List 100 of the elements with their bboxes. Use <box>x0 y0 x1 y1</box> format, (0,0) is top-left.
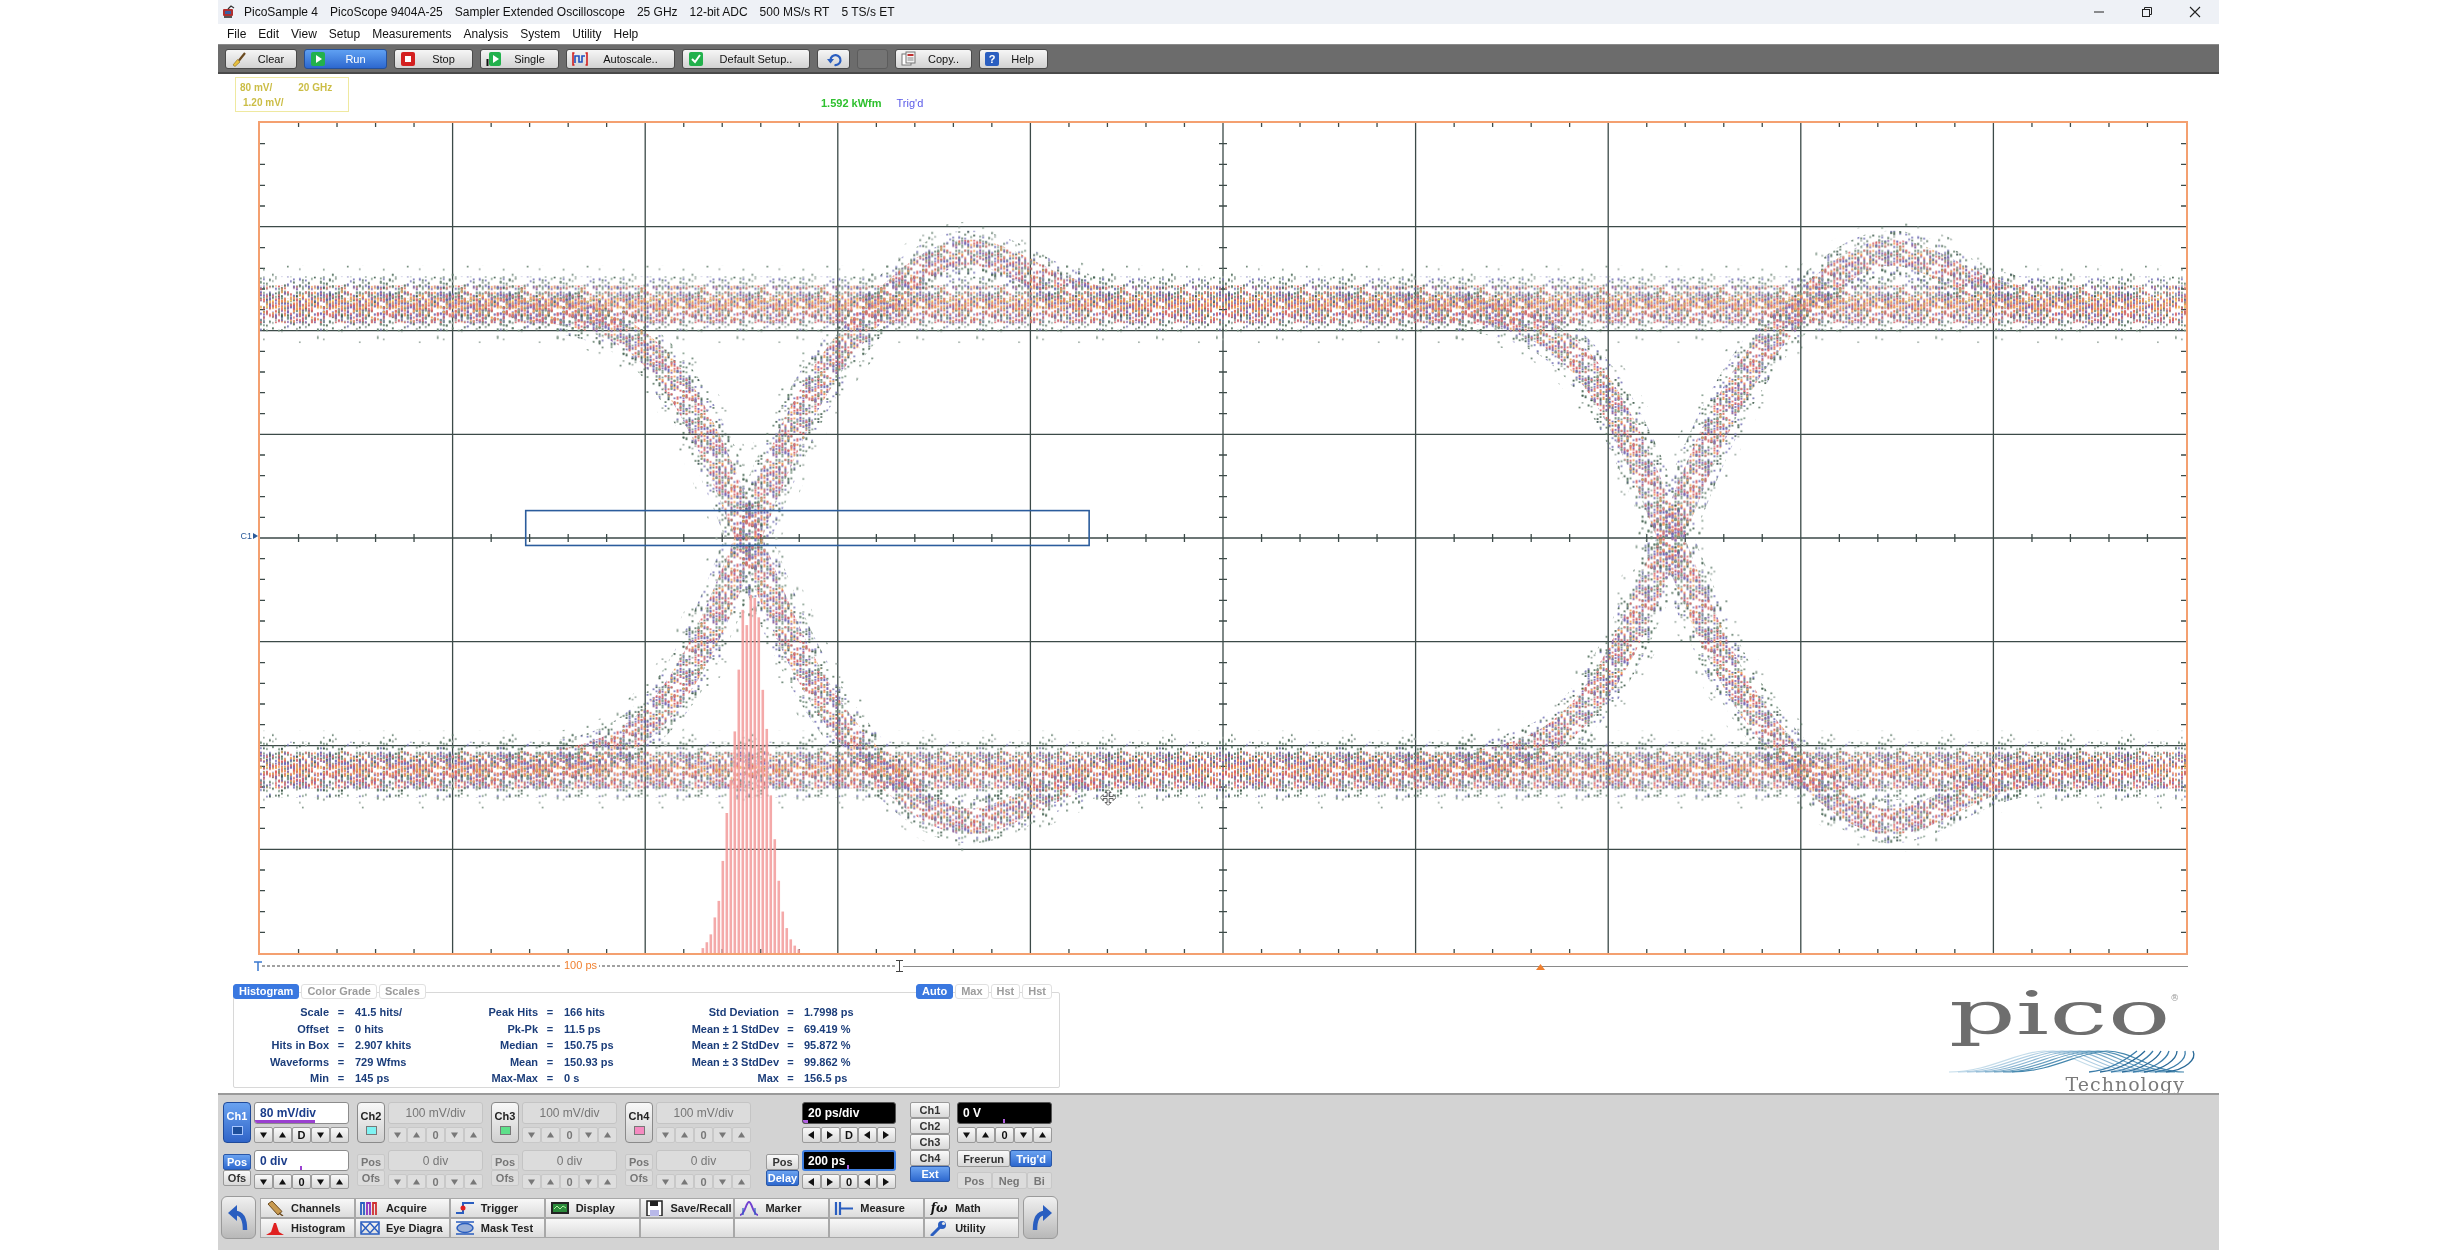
menu-item[interactable]: Utility <box>566 27 608 41</box>
panel-tab[interactable]: Histogram <box>233 984 300 999</box>
autoscale-button[interactable]: Autoscale.. <box>566 48 675 69</box>
step-reset-button[interactable]: 0 <box>995 1127 1014 1143</box>
step-button[interactable] <box>877 1127 896 1143</box>
marker-button[interactable]: Marker <box>734 1197 830 1218</box>
step-button[interactable] <box>273 1127 292 1143</box>
equals-sign: = <box>546 1072 554 1085</box>
trigger-source-button[interactable]: Ch4 <box>910 1150 950 1166</box>
display-button[interactable]: Display <box>544 1197 640 1218</box>
menu-item[interactable]: System <box>514 27 567 41</box>
clear-button[interactable]: Clear <box>225 48 297 69</box>
step-button[interactable] <box>311 1174 330 1189</box>
trigger-source-button[interactable]: Ch2 <box>910 1118 950 1134</box>
step-button[interactable] <box>1033 1127 1052 1143</box>
up-triangle-icon <box>279 1177 286 1186</box>
trigger-mode-button[interactable]: Freerun <box>957 1150 1011 1167</box>
up-triangle-icon <box>681 1131 688 1139</box>
menu-item[interactable]: Measurements <box>366 27 458 41</box>
step-button[interactable] <box>254 1174 273 1189</box>
save-recall-button[interactable]: Save/Recall <box>639 1197 735 1218</box>
brush-icon <box>231 50 247 67</box>
step-button[interactable] <box>877 1174 896 1189</box>
step-button[interactable] <box>330 1127 349 1143</box>
menu-item[interactable]: File <box>221 27 253 41</box>
math-button[interactable]: fω Math <box>924 1197 1019 1218</box>
step-button[interactable] <box>820 1127 840 1143</box>
step-reset-button[interactable]: D <box>839 1127 859 1143</box>
run-button[interactable]: Run <box>304 48 387 69</box>
step-button[interactable] <box>957 1127 976 1143</box>
trigger-source-button[interactable]: Ch3 <box>910 1134 950 1150</box>
acquire-button[interactable]: Acquire <box>354 1197 450 1218</box>
equals-sign: = <box>337 1022 345 1035</box>
trigger-source-button[interactable]: Ext <box>910 1166 950 1182</box>
down-triangle-icon <box>528 1131 535 1139</box>
step-button[interactable] <box>1014 1127 1033 1143</box>
mode-button[interactable]: Delay <box>766 1170 799 1186</box>
delay-field[interactable]: 200 ps <box>802 1150 896 1171</box>
single-button[interactable]: Single <box>480 48 559 69</box>
timebase-field[interactable]: 20 ps/div <box>802 1102 896 1124</box>
trigger-source-button[interactable]: Ch1 <box>910 1102 950 1118</box>
step-button[interactable] <box>802 1174 821 1189</box>
utility-button[interactable]: Utility <box>924 1217 1019 1238</box>
channel-marker-label: C1 <box>240 531 252 541</box>
mode-button[interactable]: Pos <box>766 1154 799 1170</box>
step-button[interactable] <box>858 1127 878 1143</box>
offset-field[interactable]: 0 div <box>254 1150 349 1171</box>
channels-button[interactable]: Channels <box>260 1197 355 1218</box>
measurement-value: 145 ps <box>354 1072 390 1085</box>
step-button[interactable] <box>802 1127 821 1143</box>
help-button[interactable]: ? Help <box>979 48 1048 69</box>
step-button[interactable] <box>254 1127 273 1143</box>
window-title: PicoSample 4 <box>244 5 319 19</box>
menu-item[interactable]: Help <box>607 27 645 41</box>
mode-button[interactable]: Pos <box>223 1154 251 1170</box>
up-triangle-icon <box>336 1131 343 1139</box>
left-arrow-button[interactable] <box>221 1196 256 1239</box>
left-triangle-icon <box>864 1177 872 1186</box>
measurement-label: Offset <box>297 1022 329 1035</box>
scale-field[interactable]: 80 mV/div <box>254 1102 349 1124</box>
logo-wordmark: pico <box>1949 977 2171 1049</box>
stop-button[interactable]: Stop <box>394 48 473 69</box>
menu-item[interactable]: Edit <box>252 27 286 41</box>
copy-button[interactable]: Copy.. <box>895 48 972 69</box>
offset-field[interactable]: 0 div <box>656 1150 751 1171</box>
channel-button[interactable]: Ch2 <box>357 1102 385 1143</box>
trigger-button[interactable]: Trigger <box>449 1197 545 1218</box>
step-button[interactable] <box>273 1174 292 1189</box>
measurement-value: 729 Wfms <box>354 1055 407 1068</box>
scale-mode-button[interactable]: Auto <box>916 984 954 999</box>
equals-sign: = <box>337 1006 345 1019</box>
step-button[interactable] <box>820 1174 840 1189</box>
step-reset-button[interactable]: 0 <box>292 1174 311 1189</box>
measurement-value: 150.75 ps <box>563 1039 614 1052</box>
menu-item[interactable]: Analysis <box>457 27 515 41</box>
up-triangle-icon <box>470 1177 477 1186</box>
offset-field[interactable]: 0 div <box>522 1150 617 1171</box>
measurement-label: Scale <box>300 1006 329 1019</box>
step-button[interactable] <box>858 1174 878 1189</box>
equals-sign: = <box>337 1072 345 1085</box>
trigger-level-field[interactable]: 0 V <box>957 1102 1052 1124</box>
down-triangle-icon <box>451 1131 458 1139</box>
channel-button[interactable]: Ch3 <box>491 1102 519 1143</box>
histogram-button[interactable]: Histogram <box>260 1217 355 1238</box>
measure-button[interactable]: Measure <box>829 1197 925 1218</box>
menu-item[interactable]: Setup <box>322 27 367 41</box>
menu-item[interactable]: View <box>285 27 323 41</box>
step-reset-button[interactable]: D <box>292 1127 311 1143</box>
step-button[interactable] <box>976 1127 995 1143</box>
channel-button[interactable]: Ch4 <box>625 1102 653 1143</box>
step-reset-button[interactable]: 0 <box>839 1174 859 1189</box>
step-button[interactable] <box>330 1174 349 1189</box>
undo-button[interactable] <box>817 48 850 69</box>
offset-field[interactable]: 0 div <box>388 1150 483 1171</box>
trigger-mode-button[interactable]: Trig'd <box>1010 1150 1052 1167</box>
right-arrow-button[interactable] <box>1023 1196 1058 1239</box>
measurement-label: Peak Hits <box>488 1006 538 1019</box>
step-button[interactable] <box>311 1127 330 1143</box>
default-setup-button[interactable]: Default Setup.. <box>682 48 810 69</box>
mode-button[interactable]: Ofs <box>223 1170 251 1186</box>
